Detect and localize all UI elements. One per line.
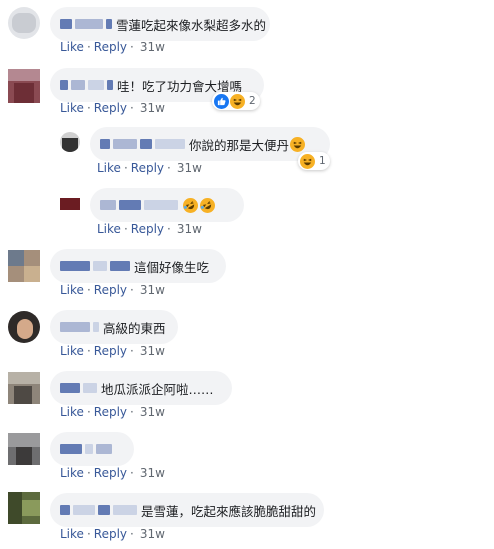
commenter-name[interactable] <box>60 78 113 92</box>
avatar[interactable] <box>8 372 40 404</box>
like-icon <box>214 93 229 109</box>
reply-button[interactable]: Reply <box>131 161 164 175</box>
avatar[interactable] <box>8 311 40 343</box>
comment-actions: Like · Reply · 31w <box>60 344 165 358</box>
comment-7: 地瓜派派企阿啦…… Like · Reply · 31w <box>0 366 494 427</box>
commenter-name[interactable] <box>60 381 97 395</box>
comment-actions: Like · Reply · 31w <box>60 101 165 115</box>
comment-text: 高級的東西 <box>103 320 166 336</box>
reply-button[interactable]: Reply <box>94 40 127 54</box>
comment-5: 這個好像生吃 Like · Reply · 31w <box>0 244 494 305</box>
rolling-laughing-icon <box>183 197 198 213</box>
timestamp[interactable]: 31w <box>177 161 202 175</box>
reply-1: 你說的那是大便丹 1 Like · Reply · 31w <box>0 122 494 183</box>
commenter-name[interactable] <box>60 320 99 334</box>
commenter-name[interactable] <box>60 503 137 517</box>
comment-bubble: 你說的那是大便丹 <box>90 127 330 161</box>
comment-bubble: 地瓜派派企阿啦…… <box>50 371 232 405</box>
reply-button[interactable]: Reply <box>94 527 127 541</box>
commenter-name[interactable] <box>60 442 112 456</box>
commenter-name[interactable] <box>60 259 130 273</box>
like-button[interactable]: Like <box>60 101 84 115</box>
comment-bubble: 雪蓮吃起來像水梨超多水的 <box>50 7 270 41</box>
comment-bubble: 高級的東西 <box>50 310 178 344</box>
reply-button[interactable]: Reply <box>94 344 127 358</box>
reply-button[interactable]: Reply <box>94 405 127 419</box>
like-button[interactable]: Like <box>60 405 84 419</box>
avatar[interactable] <box>8 69 40 103</box>
comment-text: 雪蓮吃起來像水梨超多水的 <box>116 17 267 33</box>
timestamp[interactable]: 31w <box>140 405 165 419</box>
reaction-count: 2 <box>249 95 256 107</box>
reaction-count: 1 <box>319 155 326 167</box>
rolling-laughing-icon <box>200 197 215 213</box>
reactions-summary[interactable]: 1 <box>298 152 330 170</box>
like-button[interactable]: Like <box>60 527 84 541</box>
reply-button[interactable]: Reply <box>94 101 127 115</box>
comment-2: 哇！吃了功力會大增嗎 2 Like · Reply · 31w <box>0 61 494 122</box>
timestamp[interactable]: 31w <box>140 283 165 297</box>
comment-1: 雪蓮吃起來像水梨超多水的 Like · Reply · 31w <box>0 0 494 61</box>
haha-icon <box>230 93 245 109</box>
comment-text: 這個好像生吃 <box>134 259 210 275</box>
comment-bubble: 這個好像生吃 <box>50 249 226 283</box>
reply-button[interactable]: Reply <box>94 283 127 297</box>
avatar[interactable] <box>60 198 80 210</box>
comment-6: 高級的東西 Like · Reply · 31w <box>0 305 494 366</box>
timestamp[interactable]: 31w <box>140 466 165 480</box>
like-button[interactable]: Like <box>60 466 84 480</box>
like-button[interactable]: Like <box>60 283 84 297</box>
commenter-name[interactable] <box>60 17 112 31</box>
commenter-name[interactable] <box>100 137 185 151</box>
comment-actions: Like · Reply · 31w <box>60 527 165 541</box>
comment-actions: Like · Reply · 31w <box>60 405 165 419</box>
laughing-icon <box>290 136 306 152</box>
like-button[interactable]: Like <box>97 161 121 175</box>
haha-icon <box>300 153 315 169</box>
comment-9: 是雪蓮，吃起來應該脆脆甜甜的 Like · Reply · 31w <box>0 488 494 549</box>
timestamp[interactable]: 31w <box>140 40 165 54</box>
comment-text: 你說的那是大便丹 <box>189 137 290 153</box>
comment-actions: Like · Reply · 31w <box>60 40 165 54</box>
comment-actions: Like · Reply · 31w <box>97 161 202 175</box>
timestamp[interactable]: 31w <box>140 527 165 541</box>
reply-button[interactable]: Reply <box>131 222 164 236</box>
reply-button[interactable]: Reply <box>94 466 127 480</box>
commenter-name[interactable] <box>100 198 178 212</box>
comment-text: 地瓜派派企阿啦…… <box>101 381 214 397</box>
avatar[interactable] <box>60 132 80 152</box>
comment-text: 是雪蓮，吃起來應該脆脆甜甜的 <box>141 503 317 519</box>
reactions-summary[interactable]: 2 <box>212 92 260 110</box>
like-button[interactable]: Like <box>60 40 84 54</box>
like-button[interactable]: Like <box>60 344 84 358</box>
timestamp[interactable]: 31w <box>140 344 165 358</box>
comment-actions: Like · Reply · 31w <box>97 222 202 236</box>
avatar[interactable] <box>8 433 40 465</box>
comment-actions: Like · Reply · 31w <box>60 283 165 297</box>
comment-actions: Like · Reply · 31w <box>60 466 165 480</box>
avatar[interactable] <box>8 7 40 39</box>
comment-8: Like · Reply · 31w <box>0 427 494 488</box>
comment-bubble: 是雪蓮，吃起來應該脆脆甜甜的 <box>50 493 324 527</box>
timestamp[interactable]: 31w <box>140 101 165 115</box>
comment-bubble <box>90 188 244 222</box>
timestamp[interactable]: 31w <box>177 222 202 236</box>
avatar[interactable] <box>8 492 40 524</box>
reply-2: Like · Reply · 31w <box>0 183 494 244</box>
like-button[interactable]: Like <box>97 222 121 236</box>
comment-bubble <box>50 432 134 466</box>
avatar[interactable] <box>8 250 40 282</box>
